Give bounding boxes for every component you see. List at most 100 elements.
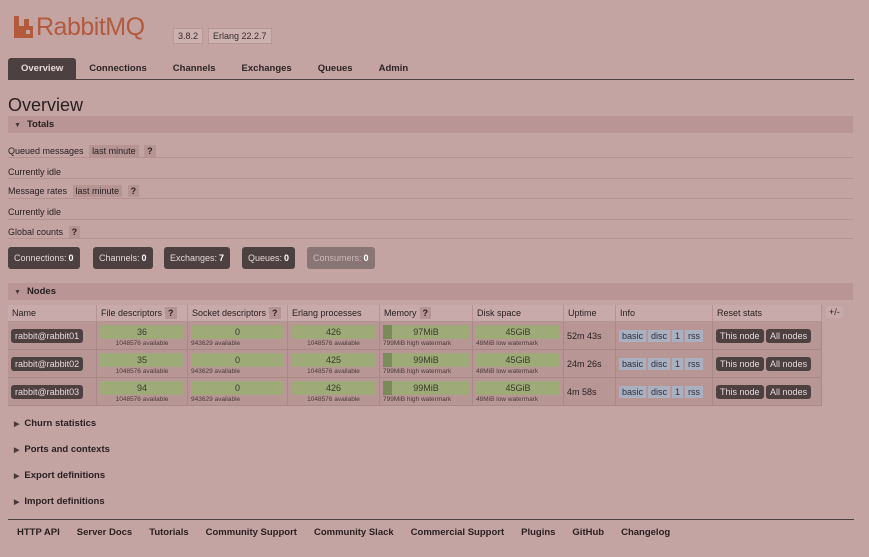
- mem-bar-fill: [383, 380, 393, 395]
- reset-this-node-button[interactable]: This node: [716, 356, 764, 371]
- sock-available: 943629 available: [191, 339, 241, 347]
- footer-link-github[interactable]: GitHub: [572, 527, 604, 538]
- col-erlang-processes: Erlang processes: [287, 305, 380, 322]
- reset-all-nodes-button[interactable]: All nodes: [766, 328, 812, 343]
- col-reset-stats: Reset stats: [712, 305, 822, 322]
- ports-contexts-label: Ports and contexts: [24, 444, 110, 455]
- connections-count-button[interactable]: Connections: 0: [8, 247, 80, 269]
- col-file-descriptors: File descriptors?: [96, 305, 188, 322]
- triangle-down-icon: ▼: [14, 122, 21, 129]
- footer-link-plugins[interactable]: Plugins: [521, 527, 555, 538]
- rates-idle-text: Currently idle: [8, 207, 62, 217]
- footer-link-http-api[interactable]: HTTP API: [17, 527, 60, 538]
- divider: [8, 219, 853, 220]
- mem-cell: 99MiB 799MiB high watermark: [379, 349, 473, 378]
- disk-cell: 45GiB 48MiB low watermark: [472, 377, 564, 406]
- uptime-cell: 4m 58s: [563, 377, 616, 406]
- proc-available: 1048576 available: [307, 367, 360, 375]
- totals-label: Totals: [26, 119, 55, 130]
- fd-cell: 35 1048576 available: [96, 349, 188, 378]
- node-link[interactable]: rabbit@rabbit01: [11, 328, 84, 343]
- help-icon[interactable]: ?: [127, 185, 140, 197]
- import-definitions-label: Import definitions: [24, 496, 105, 507]
- help-icon[interactable]: ?: [144, 145, 156, 157]
- totals-section-header[interactable]: ▼ Totals: [8, 116, 853, 133]
- col-memory: Memory?: [379, 305, 473, 322]
- exchanges-count-label: Exchanges:: [170, 253, 218, 263]
- tab-queues[interactable]: Queues: [305, 58, 366, 80]
- sock-value: 0: [234, 382, 240, 393]
- help-icon[interactable]: ?: [419, 307, 432, 319]
- import-definitions-section[interactable]: ▶ Import definitions: [8, 494, 105, 510]
- fd-bar: 36: [100, 324, 184, 339]
- footer-link-community-slack[interactable]: Community Slack: [314, 527, 394, 538]
- queued-messages-label: Queued messages: [8, 146, 84, 156]
- uptime-cell: 52m 43s: [563, 321, 616, 350]
- col-name: Name: [8, 305, 97, 322]
- footer-link-tutorials[interactable]: Tutorials: [149, 527, 188, 538]
- divider: [8, 178, 853, 179]
- consumers-count-button[interactable]: Consumers: 0: [307, 247, 375, 269]
- sock-available: 943629 available: [191, 367, 241, 375]
- mem-watermark: 799MiB high watermark: [383, 395, 452, 403]
- node-link[interactable]: rabbit@rabbit02: [11, 356, 84, 371]
- disk-cell: 45GiB 48MiB low watermark: [472, 321, 564, 350]
- col-socket-descriptors-label: Socket descriptors: [192, 308, 267, 318]
- mem-cell: 97MiB 799MiB high watermark: [379, 321, 473, 350]
- queues-count-label: Queues:: [248, 253, 283, 263]
- proc-bar: 425: [291, 352, 376, 367]
- footer-link-changelog[interactable]: Changelog: [621, 527, 670, 538]
- global-counts-label: Global counts: [8, 227, 64, 237]
- reset-cell: This node All nodes: [712, 321, 822, 350]
- export-definitions-section[interactable]: ▶ Export definitions: [8, 468, 105, 484]
- divider: [8, 238, 853, 239]
- channels-count-button[interactable]: Channels: 0: [93, 247, 153, 269]
- tab-overview[interactable]: Overview: [8, 58, 77, 80]
- reset-all-nodes-button[interactable]: All nodes: [766, 356, 812, 371]
- column-toggle-button[interactable]: +/-: [826, 306, 843, 318]
- reset-all-nodes-button[interactable]: All nodes: [766, 384, 812, 399]
- fd-available: 1048576 available: [115, 367, 169, 375]
- channels-count-value: 0: [141, 253, 147, 263]
- tab-connections[interactable]: Connections: [76, 58, 160, 80]
- reset-cell: This node All nodes: [712, 349, 822, 378]
- footer-link-server-docs[interactable]: Server Docs: [77, 527, 132, 538]
- churn-statistics-label: Churn statistics: [24, 418, 97, 429]
- help-icon[interactable]: ?: [68, 226, 81, 238]
- sock-cell: 0 943629 available: [187, 349, 288, 378]
- rates-range-select[interactable]: last minute: [72, 185, 123, 197]
- reset-this-node-button[interactable]: This node: [716, 328, 764, 343]
- tab-exchanges[interactable]: Exchanges: [229, 58, 305, 80]
- queued-idle-text: Currently idle: [8, 167, 62, 177]
- info-tag-basic: basic: [619, 329, 647, 342]
- mem-value: 99MiB: [413, 354, 439, 365]
- churn-statistics-section[interactable]: ▶ Churn statistics: [8, 416, 96, 432]
- nodes-section-header[interactable]: ▼ Nodes: [8, 283, 853, 300]
- exchanges-count-button[interactable]: Exchanges: 7: [164, 247, 231, 269]
- footer-link-commercial-support[interactable]: Commercial Support: [411, 527, 504, 538]
- mem-bar: 97MiB: [383, 324, 469, 339]
- disk-value: 45GiB: [505, 326, 531, 337]
- info-tag-count: 1: [672, 357, 684, 370]
- help-icon[interactable]: ?: [269, 307, 281, 319]
- tab-admin[interactable]: Admin: [366, 58, 422, 80]
- info-cell: basic disc 1 rss: [615, 349, 713, 378]
- queues-count-button[interactable]: Queues: 0: [242, 247, 296, 269]
- info-tag-disc: disc: [648, 329, 671, 342]
- fd-bar: 94: [100, 380, 184, 395]
- queued-range-select[interactable]: last minute: [89, 145, 139, 157]
- col-uptime: Uptime: [563, 305, 616, 322]
- disk-value: 45GiB: [505, 382, 531, 393]
- fd-available: 1048576 available: [115, 339, 169, 347]
- tab-channels[interactable]: Channels: [160, 58, 229, 80]
- footer-divider: [8, 519, 854, 520]
- ports-contexts-section[interactable]: ▶ Ports and contexts: [8, 442, 110, 458]
- mem-bar: 99MiB: [383, 380, 469, 395]
- mem-bar-fill: [383, 324, 393, 339]
- footer-link-community-support[interactable]: Community Support: [206, 527, 297, 538]
- reset-this-node-button[interactable]: This node: [716, 384, 764, 399]
- info-tag-rss: rss: [685, 357, 704, 370]
- node-link[interactable]: rabbit@rabbit03: [11, 384, 84, 399]
- help-icon[interactable]: ?: [165, 307, 177, 319]
- col-file-descriptors-label: File descriptors: [101, 308, 163, 318]
